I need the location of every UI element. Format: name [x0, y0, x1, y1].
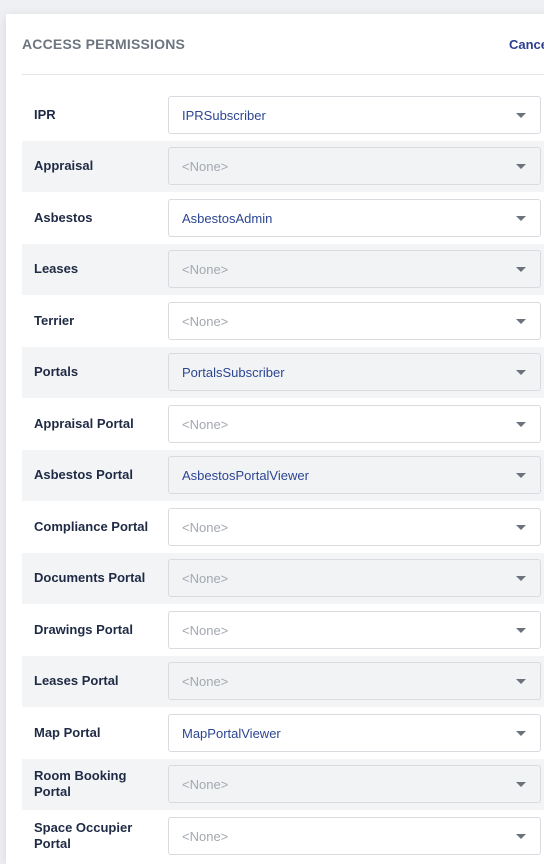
- permission-row: Asbestos Portal AsbestosPortalViewer: [22, 449, 544, 501]
- chevron-down-icon: [516, 473, 526, 479]
- permission-select-value: <None>: [182, 519, 229, 535]
- permission-select-value: MapPortalViewer: [182, 725, 281, 741]
- permission-label: Asbestos: [34, 209, 93, 225]
- permission-select-value: IPRSubscriber: [182, 107, 266, 123]
- permission-select-value: AsbestosPortalViewer: [182, 468, 309, 484]
- permission-label: Map Portal: [34, 724, 101, 740]
- permission-label: IPR: [34, 106, 56, 122]
- permission-select[interactable]: <None>: [168, 147, 541, 186]
- permission-row: Appraisal <None>: [22, 140, 544, 192]
- permission-row: Compliance Portal <None>: [22, 501, 544, 553]
- permission-select[interactable]: IPRSubscriber: [168, 95, 541, 134]
- permission-select[interactable]: <None>: [168, 662, 541, 701]
- permission-label: Drawings Portal: [34, 621, 133, 637]
- permission-row: Map Portal MapPortalViewer: [22, 707, 544, 759]
- permission-select-value: <None>: [182, 313, 229, 329]
- permission-row: IPR IPRSubscriber: [22, 89, 544, 141]
- permission-label: Terrier: [34, 312, 75, 328]
- chevron-down-icon: [516, 679, 526, 685]
- chevron-down-icon: [516, 421, 526, 427]
- permission-label: Documents Portal: [34, 570, 146, 586]
- permission-select-value: <None>: [182, 674, 229, 690]
- chevron-down-icon: [516, 730, 526, 736]
- permission-row: Leases Portal <None>: [22, 655, 544, 707]
- permission-select[interactable]: <None>: [168, 559, 541, 598]
- permission-select-value: <None>: [182, 622, 229, 638]
- permission-row: Space Occupier Portal <None>: [22, 810, 544, 862]
- permission-label: Portals: [34, 364, 79, 380]
- permission-label: Asbestos Portal: [34, 467, 133, 483]
- permission-select[interactable]: AsbestosPortalViewer: [168, 456, 541, 495]
- permission-label: Leases Portal: [34, 673, 119, 689]
- permission-row: Portals PortalsSubscriber: [22, 346, 544, 398]
- chevron-down-icon: [516, 370, 526, 376]
- permission-select[interactable]: <None>: [168, 507, 541, 546]
- chevron-down-icon: [516, 318, 526, 324]
- permission-select-value: <None>: [182, 262, 229, 278]
- permission-row: Documents Portal <None>: [22, 552, 544, 604]
- permission-select-value: AsbestosAdmin: [182, 210, 273, 226]
- permission-row: Leases <None>: [22, 243, 544, 295]
- permission-select[interactable]: AsbestosAdmin: [168, 198, 541, 237]
- chevron-down-icon: [516, 267, 526, 273]
- permission-row: Drawings Portal <None>: [22, 604, 544, 656]
- permission-select[interactable]: PortalsSubscriber: [168, 353, 541, 392]
- permission-select-value: PortalsSubscriber: [182, 365, 285, 381]
- permission-label: Room Booking Portal: [34, 768, 127, 800]
- permission-select-value: <None>: [182, 416, 229, 432]
- permission-row: Appraisal Portal <None>: [22, 398, 544, 450]
- panel-header: ACCESS PERMISSIONS Cancel: [22, 14, 544, 75]
- permission-select-value: <None>: [182, 159, 229, 175]
- permission-row: Terrier <None>: [22, 295, 544, 347]
- permission-select-value: <None>: [182, 828, 229, 844]
- chevron-down-icon: [516, 782, 526, 788]
- chevron-down-icon: [516, 164, 526, 170]
- permissions-list: IPR IPRSubscriber Appraisal <None> Asbestos A…: [22, 89, 544, 862]
- permission-select[interactable]: <None>: [168, 404, 541, 443]
- permission-label: Compliance Portal: [34, 518, 149, 534]
- permission-row: Asbestos AsbestosAdmin: [22, 192, 544, 244]
- access-permissions-panel: ACCESS PERMISSIONS Cancel IPR IPRSubscrib…: [6, 14, 544, 864]
- permission-label: Space Occupier Portal: [34, 819, 133, 851]
- permission-select[interactable]: MapPortalViewer: [168, 713, 541, 752]
- chevron-down-icon: [516, 524, 526, 530]
- cancel-button[interactable]: Cancel: [509, 37, 544, 52]
- permission-row: Room Booking Portal <None>: [22, 758, 544, 810]
- permission-select[interactable]: <None>: [168, 301, 541, 340]
- chevron-down-icon: [516, 833, 526, 839]
- permission-select-value: <None>: [182, 777, 229, 793]
- chevron-down-icon: [516, 215, 526, 221]
- permission-select-value: <None>: [182, 571, 229, 587]
- chevron-down-icon: [516, 627, 526, 633]
- permission-label: Appraisal: [34, 158, 94, 174]
- chevron-down-icon: [516, 576, 526, 582]
- permission-label: Leases: [34, 261, 79, 277]
- permission-select[interactable]: <None>: [168, 610, 541, 649]
- permission-select[interactable]: <None>: [168, 250, 541, 289]
- permission-label: Appraisal Portal: [34, 415, 134, 431]
- permission-select[interactable]: <None>: [168, 765, 541, 804]
- chevron-down-icon: [516, 112, 526, 118]
- page-title: ACCESS PERMISSIONS: [22, 36, 186, 52]
- permission-select[interactable]: <None>: [168, 816, 541, 855]
